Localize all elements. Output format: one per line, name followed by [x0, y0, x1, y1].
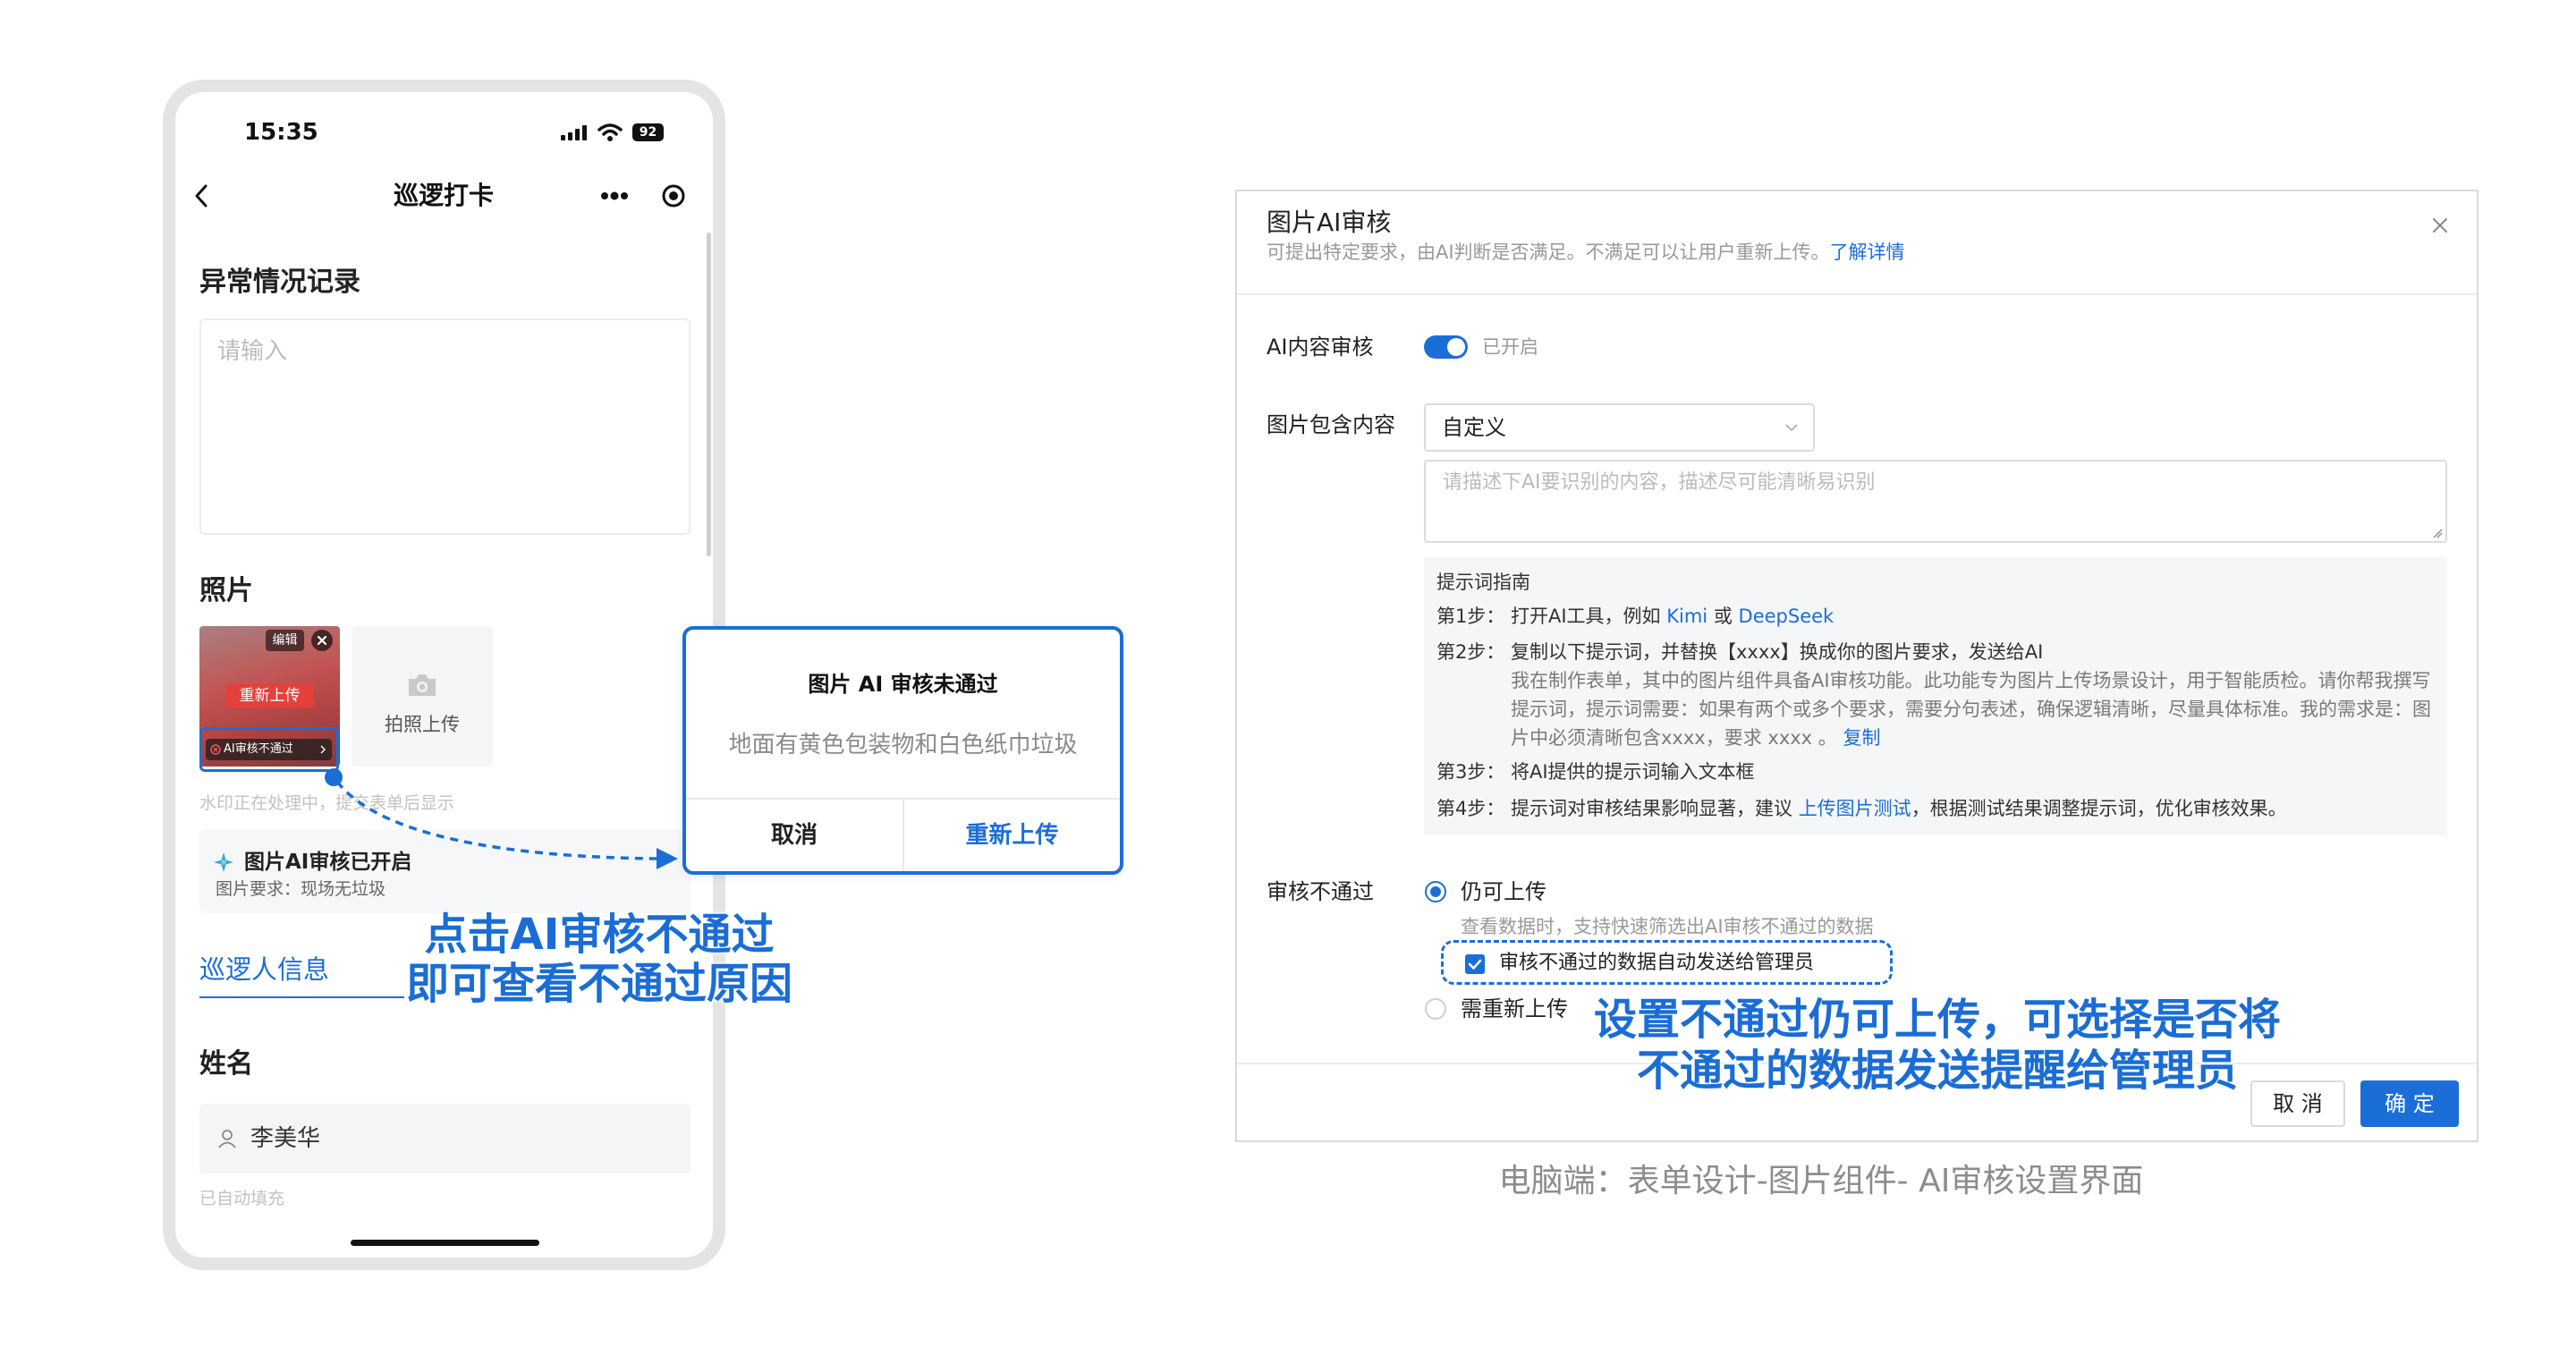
name-label: 姓名	[199, 1048, 253, 1080]
checkmark-icon	[1468, 959, 1482, 970]
step-label: 第2步：	[1436, 641, 1505, 663]
more-dots-icon[interactable]	[599, 190, 630, 202]
patrol-section-title: 巡逻人信息	[199, 954, 330, 985]
prompt-text: 我在制作表单，其中的图片组件具备AI审核功能。此功能专为图片上传场景设计，用于智…	[1511, 670, 2431, 749]
photo-label: 照片	[199, 575, 253, 606]
close-circle-icon[interactable]	[311, 630, 333, 651]
allow-upload-label[interactable]: 仍可上传	[1461, 877, 1546, 906]
annotation-right-line1: 设置不通过仍可上传，可选择是否将	[1593, 995, 2281, 1045]
reject-label: 审核不通过	[1267, 879, 1374, 904]
popup-title: 图片 AI 审核未通过	[808, 672, 998, 697]
edit-tag[interactable]: 编辑	[266, 630, 304, 651]
back-chevron-icon[interactable]	[193, 183, 209, 208]
header-divider	[1237, 293, 2477, 295]
figure-caption: 电脑端：表单设计-图片组件- AI审核设置界面	[1498, 1163, 2144, 1199]
step-text: 打开AI工具，例如	[1511, 606, 1661, 627]
abnormal-record-label: 异常情况记录	[199, 267, 360, 298]
watermark-note: 水印正在处理中，提交表单后显示	[199, 793, 455, 813]
step-text: 复制以下提示词，并替换【xxxx】换成你的图片要求，发送给AI	[1511, 641, 2044, 663]
textarea-placeholder: 请描述下AI要识别的内容，描述尽可能清晰易识别	[1443, 471, 1876, 494]
mobile-phone-frame: 15:35 92 巡逻打卡 异常情况记录 请输入 照片 编辑 重新上传 AI审核…	[163, 80, 725, 1270]
step-text-after: ，根据测试结果调整提示词，优化审核效果。	[1911, 798, 2287, 819]
notify-admin-label[interactable]: 审核不通过的数据自动发送给管理员	[1499, 951, 1814, 976]
camera-upload-label: 拍照上传	[385, 714, 460, 735]
reupload-button[interactable]: 重新上传	[225, 684, 314, 707]
ai-review-label: AI内容审核	[1267, 335, 1374, 360]
step-label: 第4步：	[1436, 798, 1505, 819]
annotation-right-line2: 不通过的数据发送提醒给管理员	[1636, 1046, 2238, 1096]
confirm-button[interactable]: 确 定	[2360, 1080, 2459, 1127]
dialog-subtitle: 可提出特定要求，由AI判断是否满足。不满足可以让用户重新上传。了解详情	[1267, 240, 1905, 265]
prompt-guide: 提示词指南 第1步： 打开AI工具，例如 Kimi 或 DeepSeek 第2步：…	[1424, 556, 2447, 835]
notify-admin-checkbox[interactable]	[1465, 954, 1485, 974]
toggle-knob	[1447, 338, 1465, 356]
close-icon[interactable]	[2430, 216, 2450, 235]
ai-fail-highlight	[199, 727, 339, 772]
step-text: 将AI提供的提示词输入文本框	[1511, 761, 1755, 783]
signal-icon	[561, 125, 587, 140]
kimi-link[interactable]: Kimi	[1666, 606, 1707, 627]
annotation-left-line2: 即可查看不通过原因	[405, 959, 792, 1009]
guide-step-1: 第1步： 打开AI工具，例如 Kimi 或 DeepSeek	[1436, 604, 1834, 629]
popup-reason: 地面有黄色包装物和白色纸巾垃圾	[728, 732, 1078, 758]
allow-upload-note: 查看数据时，支持快速筛选出AI审核不通过的数据	[1461, 916, 1874, 937]
prompt-template: 我在制作表单，其中的图片组件具备AI审核功能。此功能专为图片上传场景设计，用于智…	[1511, 666, 2441, 752]
ai-card-title: 图片AI审核已开启	[244, 851, 412, 874]
guide-step-2: 第2步： 复制以下提示词，并替换【xxxx】换成你的图片要求，发送给AI	[1436, 640, 2043, 665]
chevron-down-icon	[1785, 424, 1798, 432]
battery-icon: 92	[632, 123, 664, 141]
radio-allow-upload[interactable]	[1425, 881, 1446, 902]
status-time: 15:35	[244, 119, 318, 146]
notify-admin-highlight: 审核不通过的数据自动发送给管理员	[1441, 940, 1893, 985]
nav-title: 巡逻打卡	[393, 181, 494, 210]
ai-card-requirement: 图片要求：现场无垃圾	[216, 879, 386, 899]
popup-cancel-button[interactable]: 取消	[686, 800, 902, 871]
learn-more-link[interactable]: 了解详情	[1830, 241, 1905, 263]
resize-handle-icon[interactable]	[2432, 528, 2443, 538]
textarea-placeholder: 请输入	[217, 338, 288, 365]
ai-fail-popup: 图片 AI 审核未通过 地面有黄色包装物和白色纸巾垃圾 取消 重新上传	[682, 626, 1123, 875]
step-label: 第3步：	[1436, 761, 1505, 783]
name-value: 李美华	[250, 1125, 321, 1152]
select-value: 自定义	[1442, 415, 1506, 440]
deepseek-link[interactable]: DeepSeek	[1739, 606, 1835, 627]
guide-title: 提示词指南	[1436, 572, 1530, 593]
radio-dot	[1430, 886, 1441, 897]
annotation-left-line1: 点击AI审核不通过	[424, 910, 775, 960]
scrollbar[interactable]	[707, 233, 711, 556]
popup-reupload-button[interactable]: 重新上传	[904, 800, 1120, 871]
wifi-icon	[597, 123, 623, 141]
camera-upload-button[interactable]: 拍照上传	[352, 626, 493, 767]
person-icon	[218, 1130, 236, 1148]
guide-step-4: 第4步： 提示词对审核结果影响显著，建议 上传图片测试，根据测试结果调整提示词，优…	[1436, 796, 2287, 821]
callout-dot	[325, 768, 343, 786]
copy-link[interactable]: 复制	[1843, 727, 1880, 749]
name-field[interactable]: 李美华	[199, 1104, 691, 1173]
content-description-textarea[interactable]: 请描述下AI要识别的内容，描述尽可能清晰易识别	[1424, 460, 2447, 543]
dialog-subtitle-text: 可提出特定要求，由AI判断是否满足。不满足可以让用户重新上传。	[1267, 241, 1830, 263]
close-icon	[317, 635, 327, 646]
autofill-note: 已自动填充	[199, 1189, 285, 1208]
camera-icon	[409, 674, 436, 696]
ai-sparkle-icon	[214, 852, 233, 872]
radio-require-reupload[interactable]	[1425, 998, 1446, 1020]
ai-review-toggle[interactable]	[1424, 335, 1468, 359]
step-label: 第1步：	[1436, 606, 1505, 627]
home-indicator	[351, 1240, 539, 1246]
record-target-icon[interactable]	[661, 183, 686, 208]
toggle-state-text: 已开启	[1482, 336, 1538, 358]
upload-test-link[interactable]: 上传图片测试	[1799, 798, 1911, 819]
ai-review-card: 图片AI审核已开启 图片要求：现场无垃圾	[199, 830, 691, 913]
step-text: 提示词对审核结果影响显著，建议	[1511, 798, 1792, 819]
abnormal-record-textarea[interactable]: 请输入	[199, 318, 691, 535]
content-select[interactable]: 自定义	[1424, 403, 1815, 452]
image-content-label: 图片包含内容	[1267, 412, 1395, 437]
dialog-title: 图片AI审核	[1267, 208, 1392, 237]
guide-step-3: 第3步： 将AI提供的提示词输入文本框	[1436, 759, 1755, 784]
step-text-or: 或	[1713, 606, 1733, 627]
